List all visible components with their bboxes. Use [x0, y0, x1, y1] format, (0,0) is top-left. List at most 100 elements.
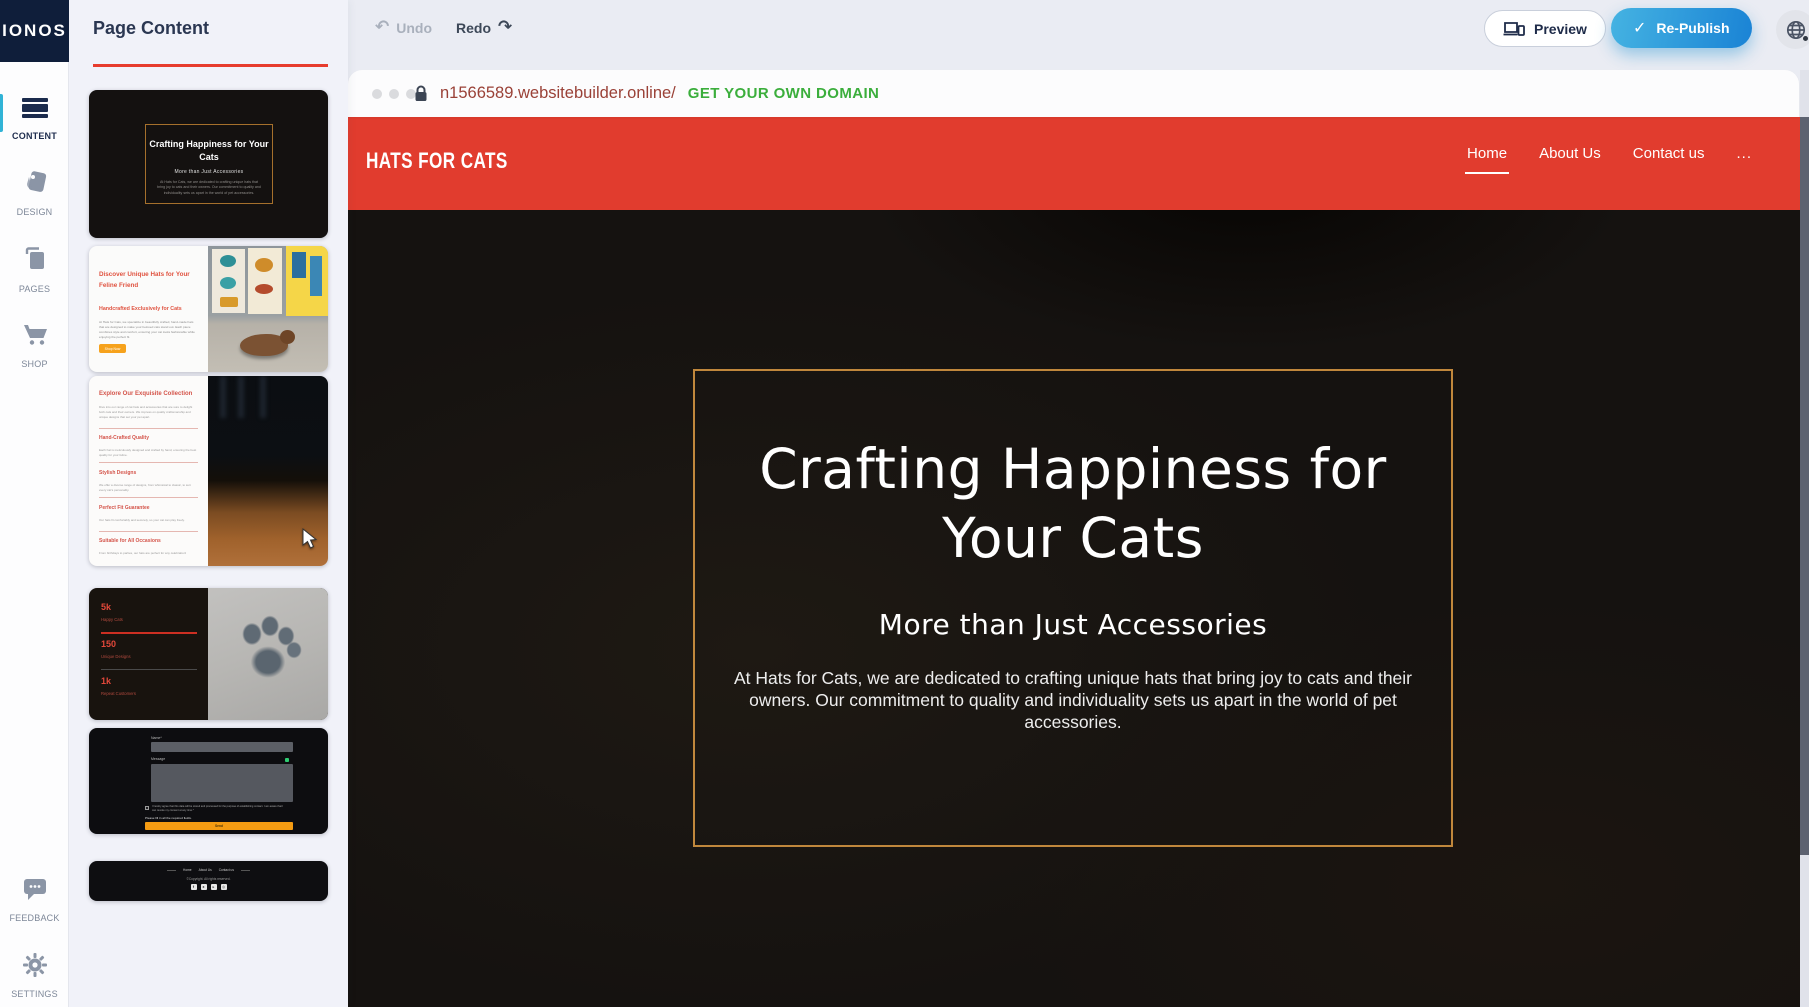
thumb-form-message-textarea: [151, 764, 293, 802]
hero-title: Crafting Happiness for Your Cats: [695, 435, 1451, 574]
page-content-panel: Page Content Crafting Happiness for Your…: [69, 0, 348, 1007]
hero-text-box[interactable]: Crafting Happiness for Your Cats More th…: [693, 369, 1453, 847]
sidebar-item-label: PAGES: [0, 284, 69, 294]
pages-icon: [21, 245, 49, 278]
checkmark-icon: ✓: [1633, 18, 1646, 38]
feedback-icon: [21, 876, 49, 907]
undo-button[interactable]: ↶ Undo: [375, 19, 432, 36]
thumb-footer-link: About Us: [199, 868, 212, 872]
section-thumbnail-hero[interactable]: Crafting Happiness for Your Cats More th…: [89, 90, 328, 238]
feature-heading: Suitable for All Occasions: [99, 538, 161, 544]
ionos-logo[interactable]: IONOS: [0, 0, 69, 62]
undo-label: Undo: [396, 20, 432, 36]
section-thumbnail-promo[interactable]: Discover Unique Hats for Your Feline Fri…: [89, 246, 328, 372]
section-thumbnail-features[interactable]: Explore Our Exquisite Collection Dive in…: [89, 376, 328, 566]
panel-title: Page Content: [93, 18, 209, 39]
republish-button[interactable]: ✓ Re-Publish: [1611, 8, 1752, 48]
republish-label: Re-Publish: [1656, 20, 1729, 36]
sidebar-item-feedback[interactable]: FEEDBACK: [0, 876, 69, 923]
feature-text: Our hats fit comfortably and securely, s…: [99, 518, 197, 523]
thumb-form-name-input: [151, 742, 293, 752]
stat-label: Happy Cats: [101, 617, 123, 622]
nav-item-about[interactable]: About Us: [1539, 145, 1601, 174]
thumb-hero-body: At Hats for Cats, we are dedicated to cr…: [156, 180, 262, 196]
thumb-footer-nav: Home About Us Contact us: [89, 868, 328, 872]
stat-value: 150: [101, 639, 116, 649]
get-your-own-domain-link[interactable]: GET YOUR OWN DOMAIN: [688, 85, 880, 102]
icon-sidebar: IONOS CONTENT DESIGN PAGES SHOP: [0, 0, 69, 1007]
preview-scrollbar[interactable]: [1800, 70, 1809, 1007]
stat-value: 5k: [101, 602, 111, 612]
nav-more-ellipsis[interactable]: ...: [1736, 145, 1752, 174]
thumb-footer-link: Contact us: [219, 868, 234, 872]
hero-subtitle: More than Just Accessories: [695, 608, 1451, 641]
thumb-shop-now-button: Shop Now: [99, 344, 126, 353]
redo-label: Redo: [456, 20, 491, 36]
food-stall-poster: [212, 249, 245, 313]
feature-heading: Perfect Fit Guarantee: [99, 505, 150, 511]
thumb-form-consent-text: I hereby agree that this data will be st…: [152, 805, 286, 814]
thumb-promo-photo: [208, 246, 328, 372]
sidebar-item-label: SETTINGS: [0, 989, 69, 999]
mouse-cursor: [302, 528, 319, 555]
thumb-footer-link: Home: [183, 868, 192, 872]
language-globe-button[interactable]: [1776, 10, 1809, 49]
feature-text: From birthdays to parties, our hats are …: [99, 551, 197, 556]
hero-title-line1: Crafting Happiness for: [695, 435, 1451, 504]
thumb-form-status-icon: [285, 758, 289, 762]
site-brand-logo[interactable]: HATS FOR CATS: [366, 148, 508, 174]
sidebar-item-shop[interactable]: SHOP: [0, 320, 69, 369]
settings-gear-icon: [22, 952, 48, 983]
site-nav: Home About Us Contact us ...: [1467, 145, 1752, 174]
thumb-footer-social-icons: f x ▸ ◎: [89, 884, 328, 890]
thumb-hero-box: Crafting Happiness for Your Cats More th…: [145, 124, 273, 204]
thumb-features-heading: Explore Our Exquisite Collection: [99, 391, 203, 397]
thumb-form-required-note: Please fill in all the required fields.: [145, 816, 192, 820]
feature-text: Each hat is meticulously designed and cr…: [99, 448, 197, 458]
thumb-promo-body: At Hats for Cats, we specialize in beaut…: [99, 320, 197, 340]
thumb-hero-subtitle: More than Just Accessories: [146, 169, 272, 175]
section-thumbnail-stats[interactable]: 5k Happy Cats 150 Unique Designs 1k Repe…: [89, 588, 328, 720]
site-url[interactable]: n1566589.websitebuilder.online/: [440, 84, 676, 103]
content-icon: [22, 98, 48, 120]
devices-icon: [1503, 21, 1525, 37]
thumb-features-intro: Dive into our range of cat hats and acce…: [99, 405, 197, 420]
redo-button[interactable]: Redo ↷: [456, 19, 512, 36]
sidebar-item-label: DESIGN: [0, 207, 69, 217]
hero-section[interactable]: Crafting Happiness for Your Cats More th…: [348, 210, 1800, 1007]
feature-text: We offer a diverse range of designs, fro…: [99, 483, 197, 493]
feature-heading: Stylish Designs: [99, 470, 136, 476]
website-preview: HATS FOR CATS Home About Us Contact us .…: [348, 117, 1800, 1007]
section-thumbnail-footer[interactable]: Home About Us Contact us ©Copyright. All…: [89, 861, 328, 901]
panel-active-underline: [93, 64, 328, 67]
food-stall-poster: [286, 246, 328, 316]
hero-title-line2: Your Cats: [695, 504, 1451, 573]
stat-label: Unique Designs: [101, 654, 131, 659]
thumb-promo-subheading: Handcrafted Exclusively for Cats: [99, 306, 182, 312]
sidebar-item-label: CONTENT: [0, 131, 69, 141]
sidebar-item-settings[interactable]: SETTINGS: [0, 952, 69, 999]
thumb-form-consent-checkbox: [145, 806, 149, 810]
notification-dot: [1802, 35, 1809, 42]
scrollbar-thumb[interactable]: [1800, 117, 1809, 855]
section-thumbnail-contact-form[interactable]: Name* Message I hereby agree that this d…: [89, 728, 328, 834]
nav-item-home[interactable]: Home: [1467, 145, 1507, 174]
thumb-promo-heading: Discover Unique Hats for Your Feline Fri…: [99, 270, 201, 291]
redo-icon: ↷: [498, 19, 512, 36]
preview-browser-bar: n1566589.websitebuilder.online/ GET YOUR…: [348, 70, 1799, 117]
thumb-form-send-button: Send: [145, 822, 293, 830]
thumb-form-message-label: Message: [151, 757, 165, 761]
site-header[interactable]: HATS FOR CATS Home About Us Contact us .…: [348, 117, 1800, 210]
thumb-hero-title: Crafting Happiness for Your Cats: [146, 138, 272, 164]
preview-button[interactable]: Preview: [1484, 10, 1606, 47]
x-icon: x: [201, 884, 207, 890]
nav-item-contact[interactable]: Contact us: [1633, 145, 1705, 174]
instagram-icon: ◎: [221, 884, 227, 890]
sidebar-item-label: FEEDBACK: [0, 913, 69, 923]
sidebar-item-pages[interactable]: PAGES: [0, 245, 69, 294]
thumb-form-name-label: Name*: [151, 736, 162, 740]
thumb-paw-print-photo: [208, 588, 328, 720]
undo-icon: ↶: [375, 19, 389, 36]
sidebar-item-design[interactable]: DESIGN: [0, 168, 69, 217]
sidebar-item-content[interactable]: CONTENT: [0, 98, 69, 141]
